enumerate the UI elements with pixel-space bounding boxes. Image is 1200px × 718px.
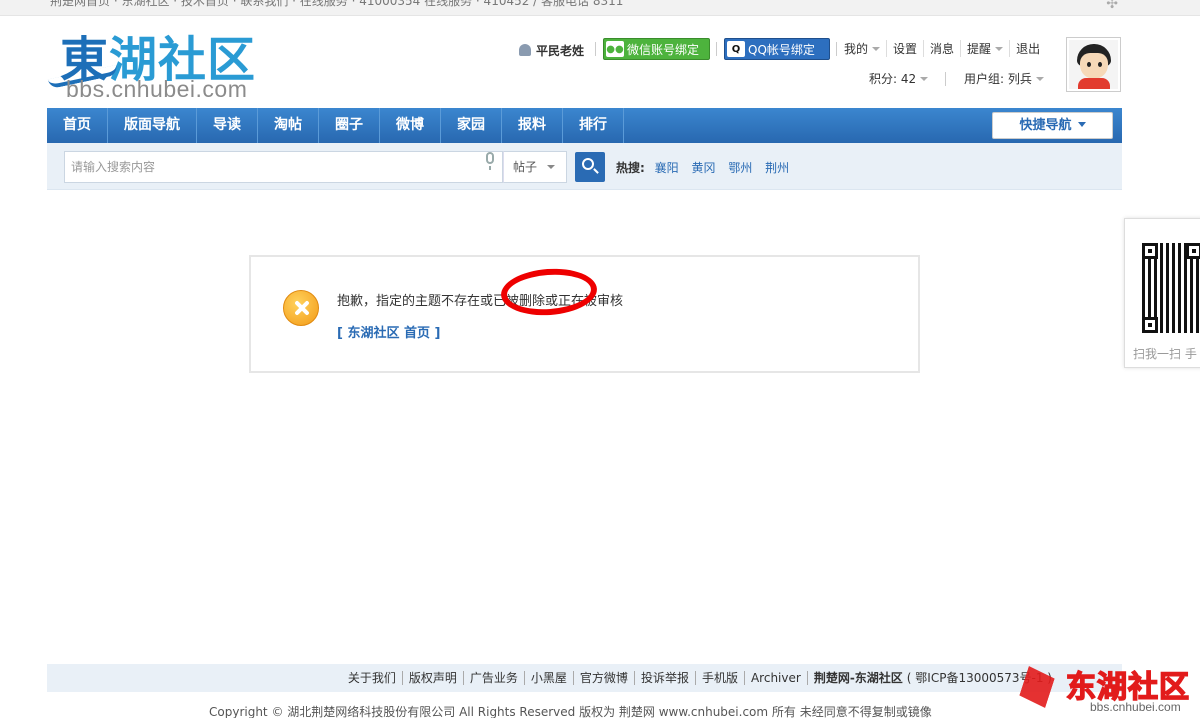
window-grip-icon: ✣	[1106, 0, 1118, 12]
main-nav: 首页 版面导航 导读 淘帖 圈子 微博 家园 报料 排行	[47, 108, 1122, 143]
qq-bind-button[interactable]: Q QQ帐号绑定	[724, 38, 830, 60]
nav-item-circle[interactable]: 圈子	[319, 108, 380, 143]
footer-link[interactable]: 广告业务	[462, 671, 524, 685]
copyright-text: Copyright © 湖北荆楚网络科技股份有限公司 All Rights Re…	[209, 705, 932, 718]
chevron-down-icon	[872, 47, 881, 51]
nav-item-ranking[interactable]: 排行	[563, 108, 624, 143]
hot-keyword[interactable]: 黄冈	[691, 161, 715, 175]
qr-code-image	[1142, 243, 1200, 333]
footer-link[interactable]: 版权声明	[401, 671, 463, 685]
search-icon	[582, 158, 594, 170]
hot-keyword[interactable]: 襄阳	[655, 161, 679, 175]
user-group[interactable]: 用户组: 列兵	[964, 70, 1044, 87]
home-link[interactable]: [ 东湖社区 首页 ]	[337, 322, 440, 341]
browser-top-strip: 荆楚网首页 · 东湖社区 · 技术首页 · 联系我们 · 在线服务 · 4100…	[0, 0, 1200, 16]
nav-item-guide[interactable]: 导读	[197, 108, 258, 143]
hot-search: 热搜: 襄阳 黄冈 鄂州 荆州	[616, 159, 798, 176]
logo-url: bbs.cnhubei.com	[66, 76, 248, 102]
chevron-down-icon	[1077, 122, 1086, 127]
user-icon	[519, 44, 531, 56]
footer-link[interactable]: 手机版	[694, 671, 744, 685]
nav-item-report[interactable]: 报料	[502, 108, 563, 143]
nav-item-weibo[interactable]: 微博	[380, 108, 441, 143]
footer-links: 关于我们 版权声明 广告业务 小黑屋 官方微博 投诉举报 手机版 Archiver 荆楚网-东湖…	[342, 669, 1052, 686]
user-score[interactable]: 积分: 42	[869, 70, 929, 87]
search-bar: 请输入搜索内容 帖子 热搜: 襄阳 黄冈 鄂州 荆州	[47, 143, 1122, 190]
watermark-mark-icon	[1015, 666, 1059, 708]
divider	[945, 72, 946, 86]
avatar-image	[1069, 40, 1118, 89]
qr-panel[interactable]: 扫我一扫 手	[1124, 218, 1200, 368]
footer-link[interactable]: Archiver	[743, 671, 807, 685]
site-logo[interactable]: 東湖社区 bbs.cnhubei.com	[47, 20, 288, 104]
avatar[interactable]	[1066, 37, 1121, 92]
wechat-icon: ●●	[606, 41, 624, 57]
nav-item-collection[interactable]: 淘帖	[258, 108, 319, 143]
watermark-logo: 东湖社区 bbs.cnhubei.com	[1018, 664, 1200, 718]
quick-nav-button[interactable]: 快捷导航	[992, 112, 1113, 139]
nav-item-home[interactable]: 首页	[47, 108, 108, 143]
top-strip-text: 荆楚网首页 · 东湖社区 · 技术首页 · 联系我们 · 在线服务 · 4100…	[50, 0, 624, 8]
hot-keyword[interactable]: 荆州	[765, 161, 789, 175]
wechat-bind-button[interactable]: ●● 微信账号绑定	[603, 38, 710, 60]
hot-search-label: 热搜:	[616, 161, 645, 175]
error-icon	[283, 290, 319, 326]
hot-keyword[interactable]: 鄂州	[728, 161, 752, 175]
divider	[836, 42, 837, 56]
footer-site-name[interactable]: 荆楚网-东湖社区	[806, 671, 907, 685]
qq-penguin-icon: Q	[727, 41, 745, 57]
footer-bar: 关于我们 版权声明 广告业务 小黑屋 官方微博 投诉举报 手机版 Archiver 荆楚网-东湖…	[47, 664, 1122, 692]
watermark-url: bbs.cnhubei.com	[1090, 700, 1181, 714]
qr-caption: 扫我一扫 手	[1133, 347, 1197, 361]
search-input[interactable]: 请输入搜索内容	[64, 151, 503, 183]
error-message: 抱歉，指定的主题不存在或已被删除或正在被审核	[337, 294, 624, 309]
user-menu: 我的 设置 消息 提醒 退出	[844, 40, 1046, 57]
chevron-down-icon	[995, 47, 1004, 51]
reminders-link[interactable]: 提醒	[960, 40, 1009, 57]
user-name-link[interactable]: 平民老姓	[519, 39, 584, 61]
microphone-icon[interactable]	[486, 152, 494, 170]
logout-link[interactable]: 退出	[1009, 40, 1046, 57]
settings-link[interactable]: 设置	[886, 40, 923, 57]
divider	[716, 42, 717, 56]
my-menu-link[interactable]: 我的	[844, 40, 886, 57]
search-type-select[interactable]: 帖子	[503, 151, 567, 183]
search-button[interactable]	[575, 152, 605, 182]
error-message-box: 抱歉，指定的主题不存在或已被删除或正在被审核 [ 东湖社区 首页 ]	[249, 255, 920, 373]
divider	[595, 42, 596, 56]
footer-link[interactable]: 投诉举报	[633, 671, 695, 685]
chevron-down-icon	[547, 165, 556, 169]
nav-item-board-nav[interactable]: 版面导航	[108, 108, 197, 143]
footer-link[interactable]: 关于我们	[342, 671, 402, 685]
nav-item-home-space[interactable]: 家园	[441, 108, 502, 143]
chevron-down-icon	[920, 77, 929, 81]
footer-link[interactable]: 小黑屋	[523, 671, 573, 685]
messages-link[interactable]: 消息	[923, 40, 960, 57]
footer-link[interactable]: 官方微博	[572, 671, 634, 685]
chevron-down-icon	[1035, 77, 1044, 81]
